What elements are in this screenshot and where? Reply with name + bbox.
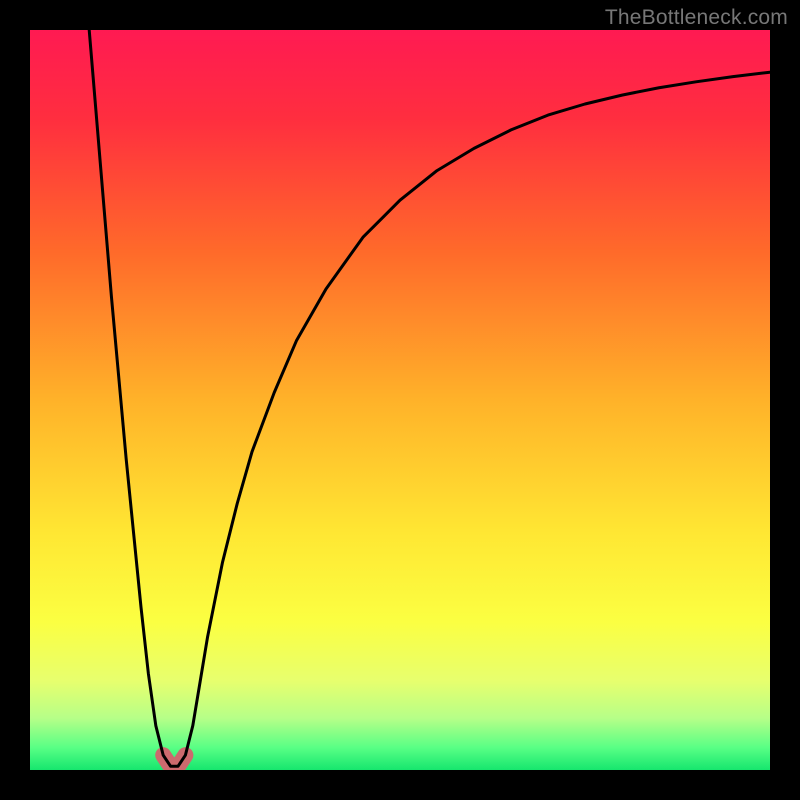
plot-area <box>30 30 770 770</box>
bottleneck-curve <box>89 30 770 766</box>
curve-layer <box>30 30 770 770</box>
watermark-text: TheBottleneck.com <box>605 6 788 30</box>
chart-frame: TheBottleneck.com <box>0 0 800 800</box>
